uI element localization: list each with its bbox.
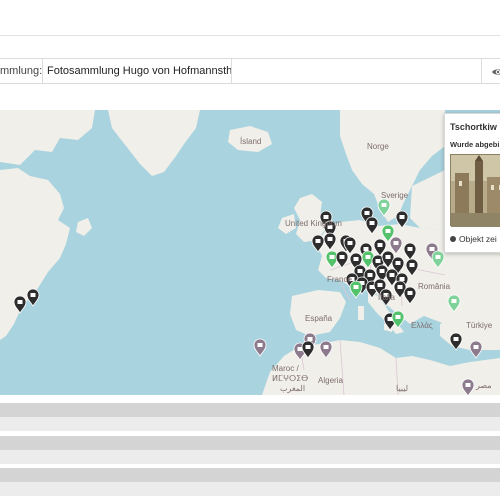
label-sverige: Sverige [381,191,409,200]
placeholder-row [0,403,500,417]
label-algeria: Algeria [318,376,343,385]
map-view[interactable]: Ísland Norge Sverige United Kingdom Fran… [0,110,500,395]
show-object-label: Objekt zei [459,234,497,244]
show-object-link[interactable]: Objekt zei [450,234,497,244]
popup-title: Tschortkiw [450,122,497,132]
label-romania: România [418,282,451,291]
label-italia: Italia [378,293,395,302]
postcard-image[interactable] [450,154,500,227]
eye-icon [492,69,500,75]
popup-subtitle: Wurde abgebi [450,140,500,149]
label-maroc: Maroc / [272,364,299,373]
label-espana: España [305,314,333,323]
bullet-icon [450,236,456,242]
label-maghrib: المغرب [280,384,306,393]
label-united-kingdom: United Kingdom [285,219,342,228]
label-turkiye: Türkiye [466,321,493,330]
collection-label: mmlung: [0,58,42,84]
top-bar [0,0,500,36]
label-island: Ísland [240,137,262,146]
placeholder-row [0,417,500,431]
toggle-visibility-button[interactable] [482,58,500,84]
collection-filter: mmlung: Fotosammlung Hugo von Hofmannsth… [0,58,500,84]
placeholder-row [0,450,500,464]
placeholder-row [0,482,500,496]
placeholder-row [0,468,500,482]
label-egypt: مصر [476,381,492,390]
label-france: France [327,275,352,284]
label-ellas: Ελλάς [411,321,433,330]
placeholder-row [0,436,500,450]
filter-search-input[interactable] [232,58,482,84]
collection-chip[interactable]: Fotosammlung Hugo von Hofmannsthal [42,58,232,84]
label-norge: Norge [367,142,389,151]
label-libya: ليبيا [396,384,409,393]
postcard-illustration [451,155,500,227]
label-maroc-tifinagh: ⵍⵎⵖⵔⵉⴱ [272,374,309,383]
results-list-placeholder [0,395,500,500]
map-base [0,110,500,395]
marker-popup: Tschortkiw Wurde abgebi Objekt zei [444,113,500,253]
